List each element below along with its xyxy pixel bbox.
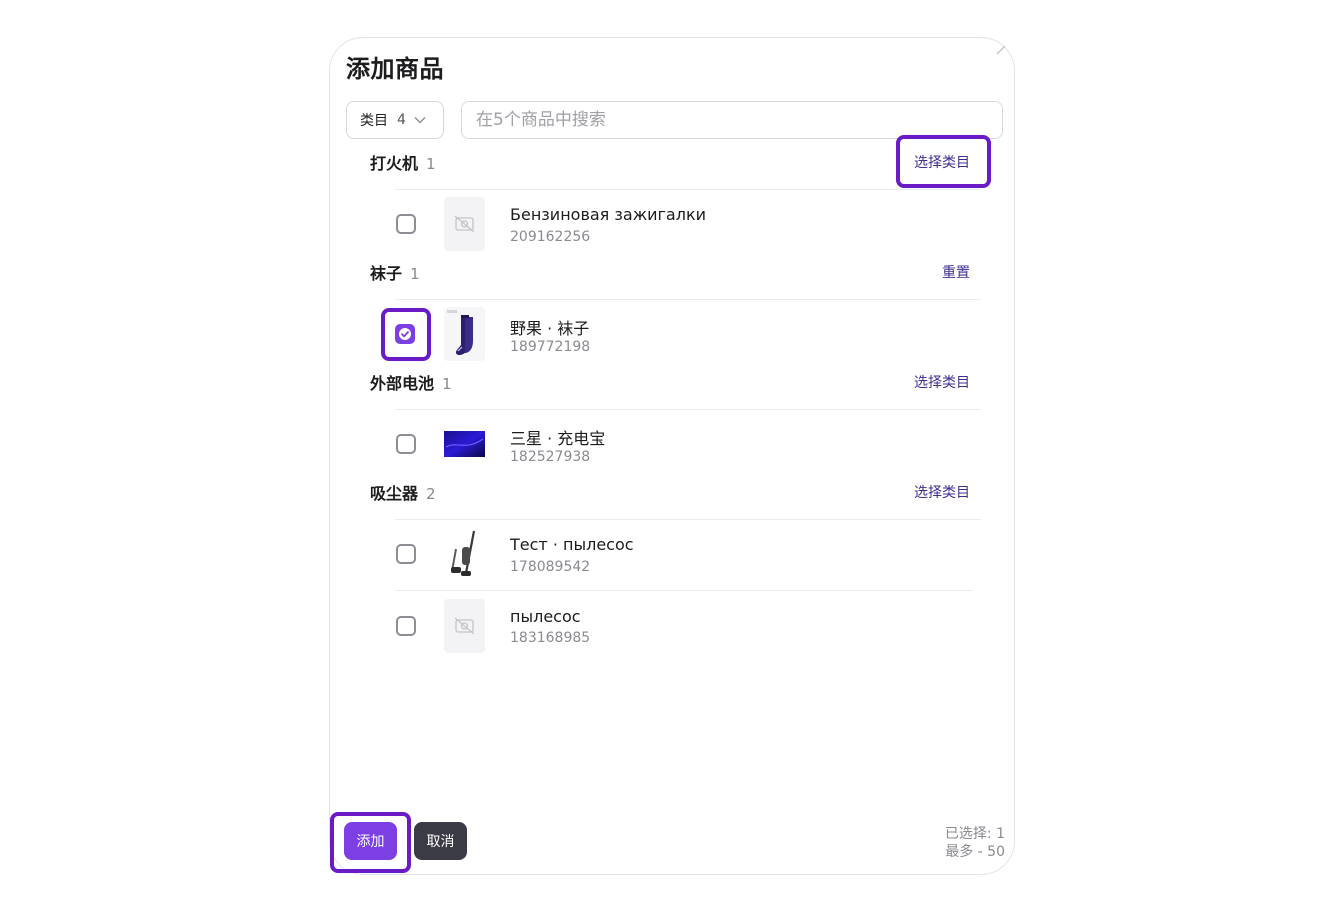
- vacuum-image: [451, 530, 476, 576]
- max-count: 最多 - 50: [945, 844, 1005, 860]
- category-name: 吸尘器: [370, 484, 419, 503]
- product-id: 189772198: [510, 339, 591, 355]
- product-thumbnail: [444, 527, 485, 581]
- divider: [395, 189, 981, 190]
- product-checkbox[interactable]: [396, 616, 416, 636]
- product-id: 183168985: [510, 630, 591, 646]
- no-image-icon: [454, 617, 475, 635]
- category-title-power-banks: 外部电池 1: [370, 370, 452, 394]
- product-thumbnail: [444, 197, 485, 251]
- close-icon[interactable]: [995, 44, 1007, 56]
- product-name: 三星 · 充电宝: [510, 429, 606, 448]
- add-button[interactable]: 添加: [344, 822, 397, 860]
- reset-link[interactable]: 重置: [942, 262, 970, 282]
- chevron-down-icon: [414, 117, 426, 124]
- divider: [395, 590, 973, 591]
- product-checkbox-checked[interactable]: [395, 324, 415, 344]
- selection-counter: 已选择: 1 最多 - 50: [945, 825, 1005, 861]
- category-name: 袜子: [370, 264, 403, 283]
- divider: [395, 519, 981, 520]
- product-id: 209162256: [510, 229, 591, 245]
- product-name: Бензиновая зажигалки: [510, 205, 707, 224]
- selected-count: 已选择: 1: [944, 826, 1005, 842]
- no-image-icon: [454, 215, 475, 233]
- product-name: Тест · пылесос: [510, 535, 634, 554]
- category-filter-count: 4: [397, 112, 406, 128]
- product-thumbnail: [444, 599, 485, 653]
- product-checkbox[interactable]: [396, 544, 416, 564]
- product-checkbox[interactable]: [396, 214, 416, 234]
- dialog-title: 添加商品: [346, 55, 444, 83]
- category-count: 1: [442, 375, 452, 393]
- search-input[interactable]: [461, 101, 1003, 139]
- checkmark-icon: [399, 328, 411, 340]
- product-thumbnail: [444, 307, 485, 361]
- category-count: 1: [410, 265, 420, 283]
- product-id: 178089542: [510, 559, 591, 575]
- category-filter-button[interactable]: 类目 4: [346, 101, 444, 139]
- category-title-lighters: 打火机 1: [370, 150, 436, 174]
- cancel-button[interactable]: 取消: [414, 822, 467, 860]
- category-count: 2: [426, 485, 436, 503]
- product-name: 野果 · 袜子: [510, 319, 590, 338]
- category-name: 外部电池: [370, 374, 435, 393]
- product-id: 182527938: [510, 449, 591, 465]
- product-name: пылесос: [510, 607, 581, 626]
- category-title-socks: 袜子 1: [370, 260, 420, 284]
- divider: [395, 299, 981, 300]
- select-category-link[interactable]: 选择类目: [914, 482, 970, 502]
- highlight-box: [896, 135, 991, 188]
- category-name: 打火机: [370, 154, 419, 173]
- category-count: 1: [426, 155, 436, 173]
- powerbank-image: [444, 431, 485, 457]
- divider: [395, 409, 981, 410]
- category-filter-label: 类目: [360, 113, 388, 129]
- product-thumbnail: [444, 417, 485, 471]
- product-checkbox[interactable]: [396, 434, 416, 454]
- sock-image: [447, 310, 473, 355]
- select-category-link[interactable]: 选择类目: [914, 372, 970, 392]
- category-title-vacuums: 吸尘器 2: [370, 480, 436, 504]
